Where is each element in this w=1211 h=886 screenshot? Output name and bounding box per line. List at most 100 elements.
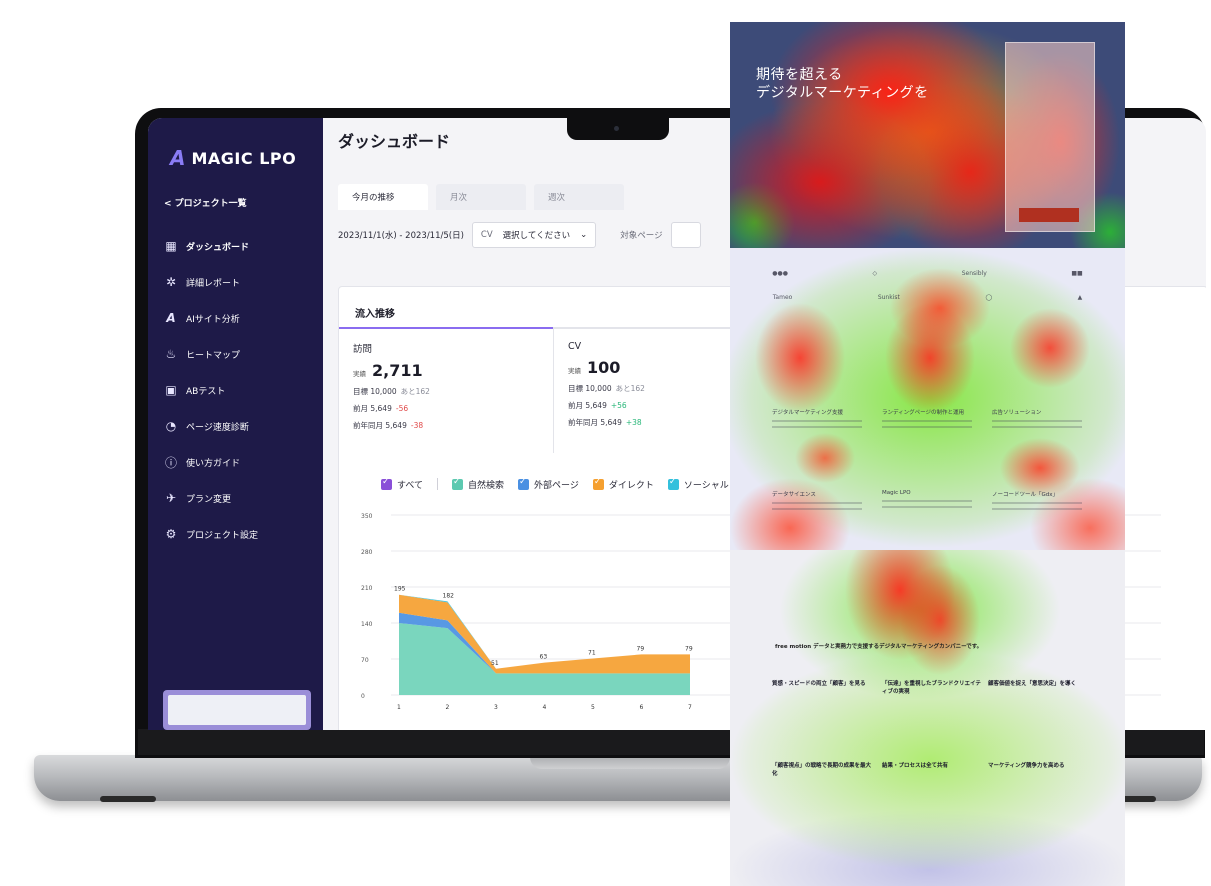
checkbox-icon [518,477,530,490]
metric-actual-value: 100 [587,358,621,377]
metric-prev-month-diff: +56 [610,401,627,410]
hero-title-line-1: 期待を超える [756,67,843,83]
data-label: 63 [540,654,548,661]
service-card: データサイエンス [772,490,872,550]
tab-weekly[interactable]: 週次 [534,184,624,210]
page-title: ダッシュボード [338,132,451,151]
ab-test-icon: ▣ [165,383,177,397]
y-tick-label: 70 [361,657,369,664]
camera-icon [614,126,619,131]
sidebar-item-label: ページ速度診断 [186,422,249,433]
period-tabs: 今月の推移 月次 週次 [338,184,624,210]
client-logos-row-1: ●●● ◇ Sensibly ■■ [730,270,1125,277]
legend-label: 外部ページ [534,481,579,491]
metric-prev-year-diff: -38 [410,421,424,430]
target-page-select[interactable] [670,222,701,248]
service-card-line [772,502,862,504]
logo[interactable]: A MAGIC LPO [170,146,296,170]
date-range[interactable]: 2023/11/1(水) - 2023/11/5(日) [338,229,464,241]
sidebar-item-plan-change[interactable]: ✈ プラン変更 [164,480,314,516]
metric-goal-row: 目標 10,000 あと162 [353,386,539,397]
about-title: free motion データと実務力で支援するデジタルマーケティングカンパニー… [775,644,983,650]
about-card-title: 質感・スピードの両立「顧客」を見る [772,681,866,687]
service-card: 広告ソリューション [992,408,1092,468]
sidebar-item-dashboard[interactable]: ▦ ダッシュボード [164,228,314,264]
gear-icon: ⚙ [165,527,177,541]
service-card-title: Magic LPO [882,490,911,496]
y-tick-label: 210 [361,585,373,592]
metric-goal-remaining: あと162 [400,387,430,396]
legend-label: すべて [397,481,424,491]
about-card-title: 顧客価値を捉え「意思決定」を導く [988,681,1077,687]
legend-item-social[interactable]: ソーシャル [667,477,729,491]
metric-actual-label: 実績 [568,367,581,375]
sidebar-item-project-settings[interactable]: ⚙ プロジェクト設定 [164,516,314,552]
tab-this-month[interactable]: 今月の推移 [338,184,428,210]
legend-item-all[interactable]: すべて [381,477,424,491]
service-card-line [882,506,972,508]
client-logo: ▲ [1077,294,1083,301]
visits-metric-card[interactable]: 訪問 実績 2,711 目標 10,000 あと162 前月 5,649 -56 前… [339,327,553,453]
service-card-line [772,426,862,428]
legend-item-direct[interactable]: ダイレクト [592,477,654,491]
metric-goal: 目標 10,000 [353,387,397,396]
back-to-projects-link[interactable]: < プロジェクト一覧 [164,196,247,209]
tab-monthly[interactable]: 月次 [436,184,526,210]
sidebar-item-guide[interactable]: ⓘ 使い方ガイド [164,444,314,480]
hero-title-line-2: デジタルマーケティングを [756,85,929,101]
y-tick-label: 140 [361,621,373,628]
sidebar-item-heatmap[interactable]: ♨ ヒートマップ [164,336,314,372]
heatmap-services-section: ●●● ◇ Sensibly ■■ Tameo Sunkist ◯ ▲ デジタル… [730,248,1125,550]
sidebar-item-label: ヒートマップ [186,350,241,361]
logo-mark-icon: A [170,146,186,170]
sidebar-item-ab-test[interactable]: ▣ ABテスト [164,372,314,408]
filter-bar: 2023/11/1(水) - 2023/11/5(日) CV 選択してください … [338,222,701,248]
about-card: 結果・プロセスは全て共有 [882,762,986,826]
help-icon: ⓘ [164,455,177,470]
x-tick-label: 4 [543,704,547,711]
sidebar-item-ai-analysis[interactable]: A AIサイト分析 [164,300,314,336]
metric-goal-row: 目標 10,000 あと162 [568,383,753,394]
legend-divider [437,478,439,490]
sidebar-item-detail-report[interactable]: ✲ 詳細レポート [164,264,314,300]
sidebar-item-page-speed[interactable]: ◔ ページ速度診断 [164,408,314,444]
service-card-line [992,508,1082,510]
hero-title: 期待を超える デジタルマーケティングを [756,66,929,102]
service-card-line [882,420,972,422]
sidebar-item-label: ダッシュボード [186,242,250,253]
x-tick-label: 1 [397,704,401,711]
y-tick-label: 350 [361,513,373,520]
service-card: デジタルマーケティング支援 [772,408,872,468]
metric-prev-year: 前年同月 5,649 [353,421,407,430]
metric-actual: 実績 100 [568,358,753,377]
legend-label: ダイレクト [608,481,654,491]
flame-icon: ♨ [165,347,177,361]
legend-item-external[interactable]: 外部ページ [518,477,579,491]
metric-goal-remaining: あと162 [615,384,645,393]
metric-prev-month: 前月 5,649 [353,404,392,413]
checkbox-icon [667,477,679,490]
sidebar-item-label: 使い方ガイド [186,458,241,469]
legend-label: 自然検索 [468,481,505,491]
metric-prev-year: 前年同月 5,649 [568,418,622,427]
cv-select[interactable]: CV 選択してください ⌄ [471,222,597,248]
legend-label: ソーシャル [683,481,729,491]
x-tick-label: 7 [688,704,692,711]
about-card-title: 「顧客視点」の戦略で長期の成果を最大化 [772,763,872,777]
legend-item-organic[interactable]: 自然検索 [452,477,505,491]
cv-select-label: CV [480,230,493,240]
stage: A MAGIC LPO < プロジェクト一覧 ▦ ダッシュボード ✲ 詳細レポー… [0,0,1211,886]
data-label: 71 [588,649,596,656]
service-card-line [992,502,1082,504]
sidebar-item-label: AIサイト分析 [186,314,240,325]
service-card-line [992,420,1082,422]
metric-prev-month-diff: -56 [395,404,409,413]
heatmap-overlay: 期待を超える デジタルマーケティングを ●●● ◇ Sensibly ■■ Ta… [730,22,1125,886]
data-label: 182 [443,592,455,599]
promo-card[interactable] [163,690,311,730]
chart-legend: すべて 自然検索 外部ページ ダイレクト [381,477,729,491]
plane-icon: ✈ [165,491,177,505]
sidebar-item-label: プロジェクト設定 [186,530,259,541]
chevron-down-icon: ⌄ [580,230,588,240]
metric-title: CV [568,341,582,352]
